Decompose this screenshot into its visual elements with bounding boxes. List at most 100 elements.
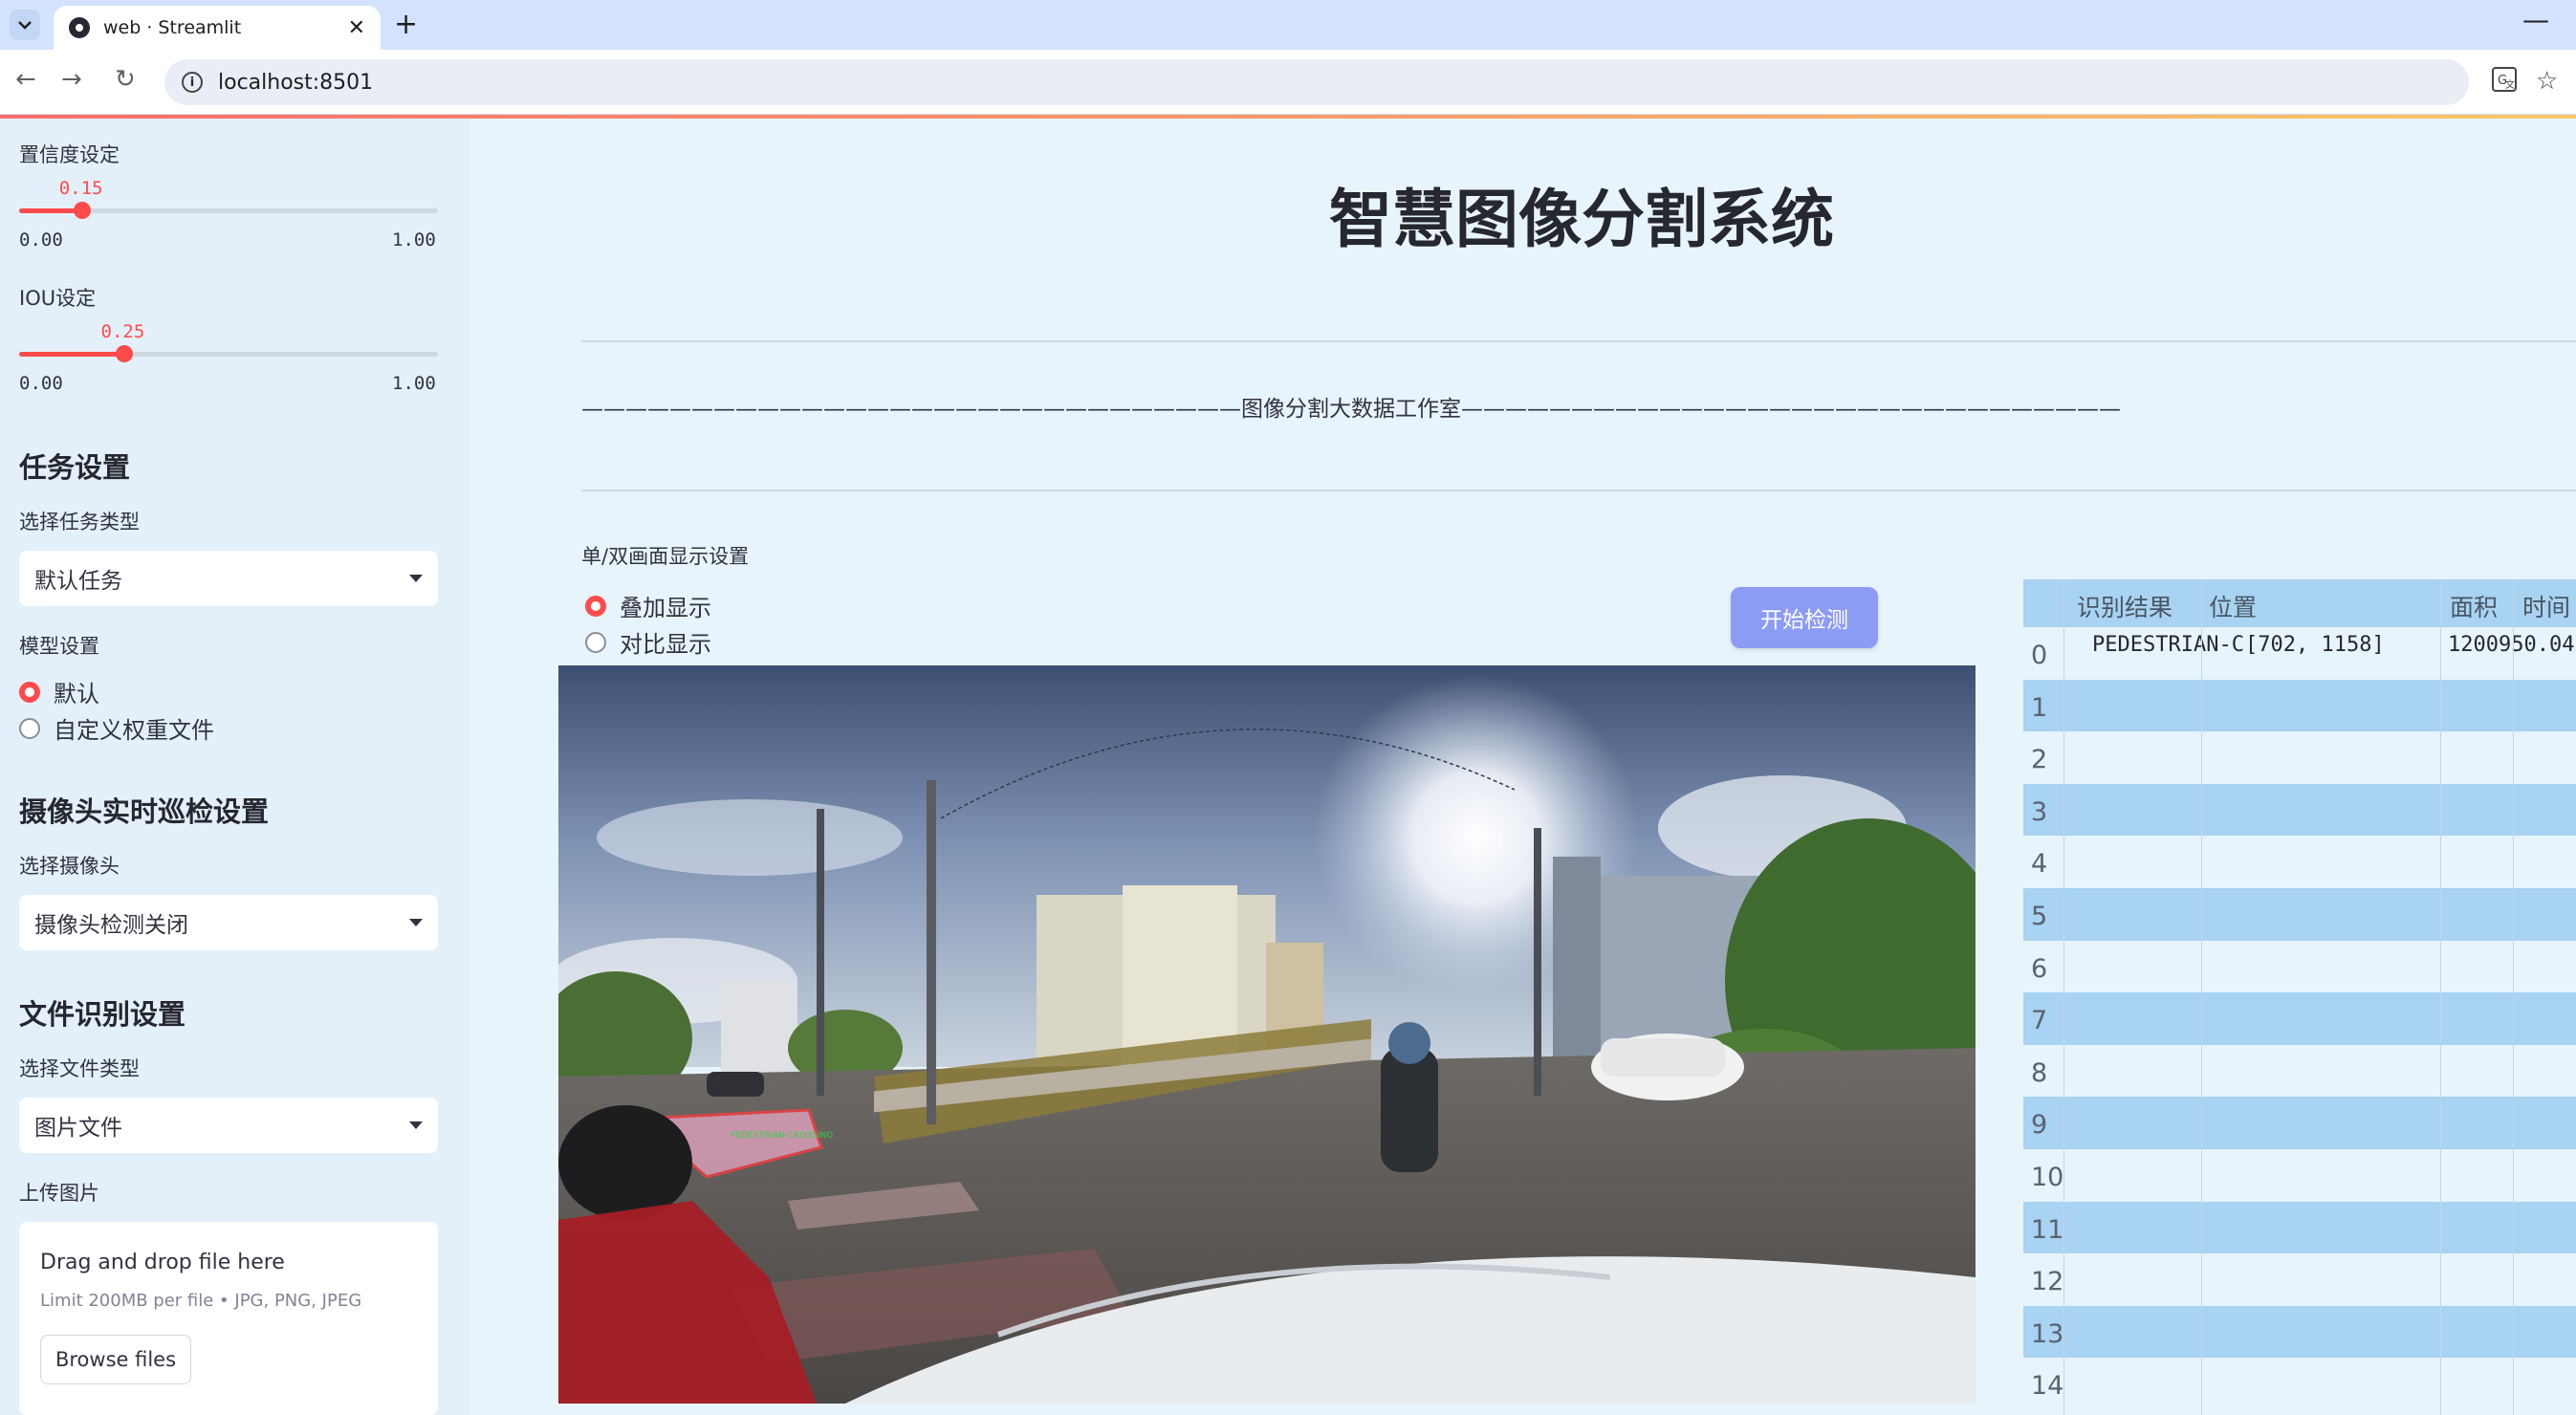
page-title: 智慧图像分割系统 [1329,183,1834,256]
browse-files-button[interactable]: Browse files [40,1335,191,1384]
table-header: 识别结果 位置 面积 时间 [2023,579,2576,627]
radio-selected-icon[interactable] [19,681,40,703]
confidence-slider[interactable] [19,202,438,219]
column-header-result[interactable]: 识别结果 [2077,589,2172,623]
file-settings-heading: 文件识别设置 [19,998,186,1031]
tab-search-button[interactable] [10,10,40,40]
table-row[interactable]: 8 [2023,1044,2576,1098]
iou-value: 0.25 [100,321,145,342]
confidence-slider-fill [19,208,82,213]
back-arrow-icon[interactable]: ← [15,65,36,94]
iou-max: 1.00 [392,373,436,394]
confidence-value: 0.15 [58,178,103,199]
camera-select-label: 选择摄像头 [19,855,120,878]
table-row[interactable]: 1 [2023,679,2576,732]
column-divider [2513,579,2514,1415]
row-index: 0 [2031,641,2048,670]
sidebar: 置信度设定 0.15 0.00 1.00 IOU设定 0.25 0.00 1.0… [0,119,470,1415]
cell-position[interactable]: [702, 1158] [2245,633,2385,657]
row-index: 12 [2031,1267,2064,1297]
table-row[interactable]: 2 [2023,731,2576,784]
studio-banner: ——————————————————————————————图像分割大数据工作室… [581,397,2121,422]
chevron-down-icon [409,919,423,926]
camera-selected: 摄像头检测关闭 [34,913,188,938]
table-row[interactable]: 12 [2023,1253,2576,1306]
iou-slider-fill [19,352,124,357]
column-divider [2201,579,2202,1415]
column-header-area[interactable]: 面积 [2450,589,2498,623]
new-tab-icon[interactable]: + [394,8,418,41]
file-type-label: 选择文件类型 [19,1057,140,1080]
translate-icon[interactable]: G文 [2492,67,2517,98]
column-header-time[interactable]: 时间 [2522,589,2570,623]
model-option-default[interactable]: 默认 [19,675,99,708]
table-row[interactable]: 3 [2023,783,2576,837]
file-type-select[interactable]: 图片文件 [19,1098,438,1153]
display-option-compare[interactable]: 对比显示 [585,625,711,659]
task-type-label: 选择任务类型 [19,511,140,533]
table-row[interactable]: 9 [2023,1097,2576,1149]
cell-area[interactable]: 1200950.04 [2448,633,2574,657]
display-option-overlay[interactable]: 叠加显示 [585,589,711,622]
row-index: 2 [2031,745,2048,775]
iou-slider-thumb[interactable] [115,345,133,362]
browser-titlebar: web · Streamlit ✕ + — [0,0,2576,50]
radio-selected-icon[interactable] [585,595,606,617]
table-row[interactable]: 5 [2023,888,2576,941]
model-settings-label: 模型设置 [19,635,99,658]
row-index: 5 [2031,902,2048,931]
table-row[interactable]: 0 PEDESTRIAN-C [702, 1158] 1200950.04 [2023,627,2576,680]
radio-unselected-icon[interactable] [585,631,606,653]
address-bar[interactable]: i localhost:8501 [164,59,2469,105]
display-mode-label: 单/双画面显示设置 [581,545,750,568]
upload-label: 上传图片 [19,1182,99,1205]
file-type-selected: 图片文件 [34,1116,122,1141]
detection-label: PEDESTRIAN-CROSSING [731,1131,833,1141]
chevron-down-icon [409,1121,423,1129]
row-index: 4 [2031,849,2048,880]
url-text: localhost:8501 [218,70,374,95]
model-option-custom[interactable]: 自定义权重文件 [19,711,214,745]
table-row[interactable]: 11 [2023,1201,2576,1254]
row-index: 6 [2031,953,2048,984]
row-index: 11 [2031,1214,2064,1245]
row-index: 14 [2031,1371,2064,1402]
reload-icon[interactable]: ↻ [115,65,136,94]
table-row[interactable]: 7 [2023,992,2576,1045]
bookmark-star-icon[interactable]: ☆ [2536,67,2558,96]
file-dropzone[interactable]: Drag and drop file here Limit 200MB per … [19,1222,438,1415]
table-row[interactable]: 13 [2023,1305,2576,1359]
site-info-icon[interactable]: i [182,72,203,93]
column-header-position[interactable]: 位置 [2209,589,2257,623]
row-index: 9 [2031,1110,2048,1141]
table-row[interactable]: 10 [2023,1149,2576,1202]
tab-title: web · Streamlit [103,17,242,38]
confidence-slider-thumb[interactable] [73,202,91,219]
task-settings-heading: 任务设置 [19,451,131,484]
forward-arrow-icon[interactable]: → [61,65,82,94]
minimize-window-icon[interactable]: — [2522,4,2549,35]
results-table[interactable]: 识别结果 位置 面积 时间 0 PEDESTRIAN-C [702, 1158] 12… [2023,579,2576,1415]
cell-result[interactable]: PEDESTRIAN-C [2092,633,2244,657]
task-type-select[interactable]: 默认任务 [19,551,438,606]
row-index: 3 [2031,796,2048,827]
table-row[interactable]: 6 [2023,940,2576,993]
close-tab-icon[interactable]: ✕ [348,16,365,40]
divider [581,340,2576,342]
radio-unselected-icon[interactable] [19,717,40,739]
column-divider [2440,579,2441,1415]
row-index: 13 [2031,1318,2064,1349]
chevron-down-icon [409,575,423,582]
camera-select[interactable]: 摄像头检测关闭 [19,895,438,950]
chevron-down-icon [18,21,32,30]
task-type-selected: 默认任务 [34,569,122,594]
model-option-label: 自定义权重文件 [54,717,214,744]
table-row[interactable]: 14 [2023,1358,2576,1410]
divider [581,490,2576,491]
row-index: 10 [2031,1163,2064,1192]
row-index: 8 [2031,1057,2048,1088]
start-detection-button[interactable]: 开始检测 [1731,587,1878,648]
table-row[interactable]: 4 [2023,836,2576,888]
iou-slider[interactable] [19,345,438,362]
browser-tab[interactable]: web · Streamlit ✕ [54,6,381,50]
